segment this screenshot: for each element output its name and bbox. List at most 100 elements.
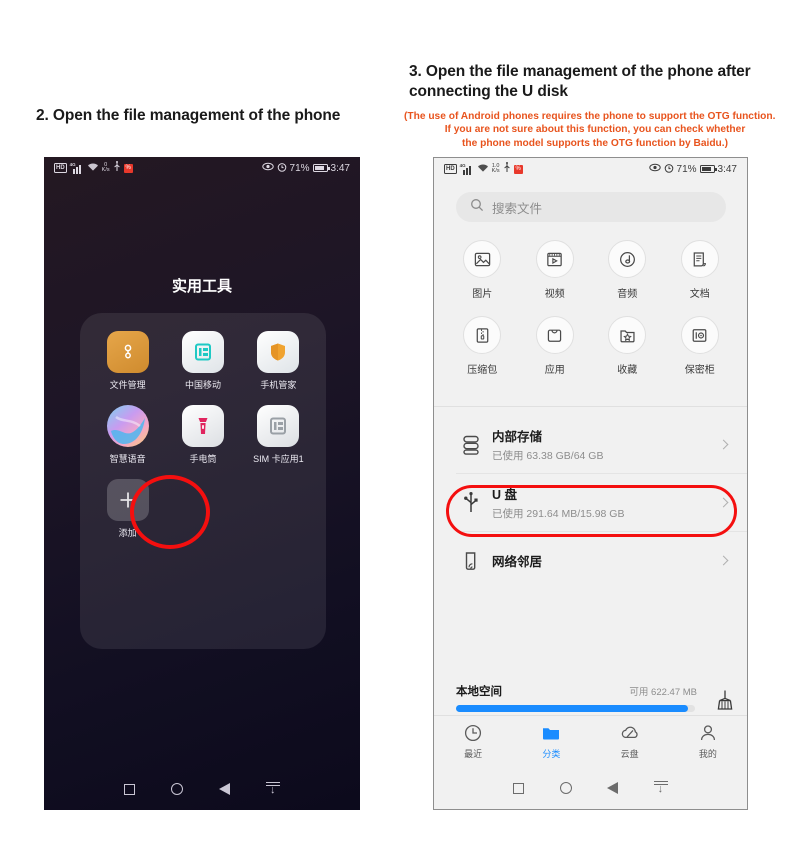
chevron-right-icon [718, 497, 729, 508]
square-icon[interactable] [513, 782, 525, 794]
category-favorites[interactable]: 收藏 [591, 316, 664, 376]
category-label: 保密柜 [684, 365, 715, 376]
alarm-icon [664, 163, 674, 176]
flashlight-icon [181, 405, 224, 447]
category-label: 文档 [689, 289, 710, 300]
tab-label: 我的 [698, 749, 717, 759]
tab-label: 分类 [542, 749, 561, 759]
video-icon [535, 240, 574, 278]
step-3-caption-line-2: connecting the U disk [409, 82, 568, 100]
category-images[interactable]: 图片 [446, 240, 519, 300]
category-grid: 图片 视频 音频 文档 压缩包 应用 收藏 保密柜 [446, 240, 736, 376]
triangle-back-icon[interactable] [607, 782, 619, 794]
circle-icon[interactable] [559, 782, 572, 794]
search-input[interactable]: 搜索文件 [456, 192, 726, 222]
notification-badge-icon: % [123, 163, 133, 173]
android-nav-bar [44, 768, 360, 810]
archive-icon [463, 316, 502, 354]
category-label: 视频 [544, 289, 565, 300]
status-bar-right-icons: 71% 3:47 [648, 163, 737, 176]
circle-icon[interactable] [171, 783, 183, 795]
app-china-mobile[interactable]: 中国移动 [165, 331, 240, 391]
hide-navbar-icon[interactable] [653, 781, 668, 795]
tab-label: 最近 [464, 749, 483, 759]
app-label: 智慧语音 [109, 454, 146, 464]
tab-cloud[interactable]: 云盘 [591, 723, 669, 760]
app-phone-manager[interactable]: 手机管家 [241, 331, 316, 391]
file-manager-highlight-ring [130, 475, 210, 549]
storage-row-title: 内部存储 [492, 430, 543, 444]
usb-icon [456, 491, 486, 515]
apps-bag-icon [535, 316, 574, 354]
app-label: 文件管理 [109, 380, 146, 390]
internal-storage-icon [456, 434, 486, 456]
square-icon[interactable] [124, 783, 135, 795]
storage-row-u-disk[interactable]: U 盘 已使用 291.64 MB/15.98 GB [434, 474, 747, 531]
audio-icon [608, 240, 647, 278]
otg-note-line-2: If you are not sure about this function,… [444, 124, 746, 136]
hd-icon: HD [54, 163, 67, 173]
category-label: 图片 [472, 289, 493, 300]
signal-icon: 4G [70, 162, 84, 174]
eye-comfort-icon [648, 163, 661, 175]
storage-row-title: U 盘 [492, 488, 518, 502]
status-bar: HD 4G 1.0 K/s % 71% 3:47 [434, 158, 747, 180]
wifi-icon [87, 162, 99, 175]
eye-comfort-icon [261, 162, 274, 174]
search-icon [470, 198, 484, 217]
category-label: 应用 [544, 365, 565, 376]
android-nav-bar [434, 767, 747, 809]
storage-row-subtitle: 已使用 291.64 MB/15.98 GB [492, 508, 625, 520]
storage-list: 内部存储 已使用 63.38 GB/64 GB U 盘 已使用 291.64 M [434, 416, 747, 589]
file-manager-icon [106, 331, 149, 373]
status-bar: HD 4G 0 K/s % 71% 3:47 [44, 157, 360, 179]
app-smart-voice[interactable]: 智慧语音 [90, 405, 165, 465]
app-sim-card-1[interactable]: SIM 卡应用1 [241, 405, 316, 465]
local-space-title: 本地空间 [456, 686, 502, 698]
otg-note-line-1: (The use of Android phones requires the … [404, 111, 776, 122]
local-space-section: 本地空间 可用 622.47 MB [434, 683, 747, 712]
broom-icon[interactable] [715, 689, 735, 711]
tab-mine[interactable]: 我的 [669, 723, 747, 760]
category-documents[interactable]: 文档 [664, 240, 737, 300]
tab-recent[interactable]: 最近 [434, 723, 512, 760]
safe-box-icon [680, 316, 719, 354]
app-label: 手机管家 [260, 380, 297, 390]
tab-categories[interactable]: 分类 [512, 723, 590, 760]
app-file-manager[interactable]: 文件管理 [90, 331, 165, 391]
storage-row-text: 网络邻居 [486, 551, 720, 570]
otg-note: (The use of Android phones requires the … [404, 110, 786, 150]
wifi-icon [477, 163, 489, 176]
folder-icon [543, 728, 560, 740]
network-neighborhood-icon [456, 550, 486, 572]
hide-navbar-icon[interactable] [266, 782, 280, 796]
right-phone-screenshot: HD 4G 1.0 K/s % 71% 3:47 搜索文件 图片 视频 音频 文… [433, 157, 748, 810]
app-label: 手电筒 [189, 454, 217, 464]
status-bar-right-icons: 71% 3:47 [261, 162, 350, 175]
app-label: SIM 卡应用1 [253, 454, 304, 464]
storage-row-subtitle: 已使用 63.38 GB/64 GB [492, 450, 604, 462]
otg-note-line-3: the phone model supports the OTG functio… [462, 137, 728, 149]
category-videos[interactable]: 视频 [519, 240, 592, 300]
chevron-right-icon [718, 555, 729, 566]
category-label: 音频 [617, 289, 638, 300]
tab-label: 云盘 [620, 749, 639, 759]
phone-manager-shield-icon [257, 331, 300, 373]
category-apps[interactable]: 应用 [519, 316, 592, 376]
network-speed-unit: K/s [101, 167, 110, 173]
category-archives[interactable]: 压缩包 [446, 316, 519, 376]
storage-row-internal[interactable]: 内部存储 已使用 63.38 GB/64 GB [434, 416, 747, 473]
app-label: 中国移动 [184, 380, 221, 390]
smart-voice-icon [106, 405, 149, 447]
category-label: 收藏 [617, 365, 638, 376]
clock-label: 3:47 [330, 162, 350, 174]
category-audio[interactable]: 音频 [591, 240, 664, 300]
china-mobile-icon [181, 331, 224, 373]
step-2-caption: 2. Open the file management of the phone [36, 107, 341, 124]
category-safe[interactable]: 保密柜 [664, 316, 737, 376]
step-3-caption: 3. Open the file management of the phone… [409, 62, 784, 101]
storage-row-network-neighborhood[interactable]: 网络邻居 [434, 532, 747, 589]
triangle-back-icon[interactable] [219, 783, 230, 795]
app-flashlight[interactable]: 手电筒 [165, 405, 240, 465]
battery-percent-label: 71% [676, 163, 697, 175]
